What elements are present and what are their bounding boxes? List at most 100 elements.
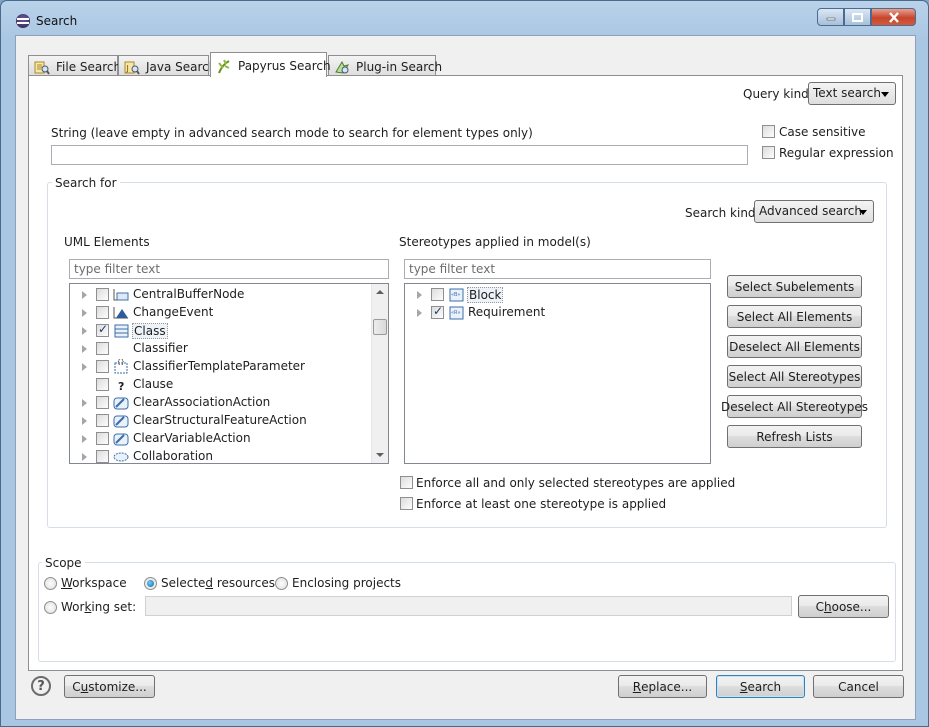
tab-papyrus-search[interactable]: Papyrus Search (210, 52, 331, 77)
tree-checkbox[interactable] (96, 322, 109, 337)
select-all-elements-button[interactable]: Select All Elements (727, 305, 862, 328)
tree-checkbox[interactable] (96, 306, 109, 319)
tree-item-classifier-template-parameter[interactable]: {} ClassifierTemplateParameter (70, 358, 370, 376)
requirement-stereotype-icon: «R» (448, 305, 464, 321)
string-input[interactable] (51, 145, 748, 165)
cancel-button[interactable]: Cancel (813, 675, 904, 698)
plugin-search-icon (334, 60, 350, 75)
enclosing-projects-radio[interactable] (275, 577, 288, 590)
select-subelements-button[interactable]: Select Subelements (727, 275, 862, 298)
tree-checkbox[interactable] (431, 304, 444, 319)
tree-checkbox[interactable] (96, 378, 109, 391)
stereotypes-tree[interactable]: «B» Block «R» Requirement (404, 283, 711, 464)
tree-item-label: ClearAssociationAction (133, 395, 271, 409)
tree-item-requirement[interactable]: «R» Requirement (405, 304, 695, 322)
tree-item-label: ChangeEvent (133, 305, 214, 319)
window-title: Search (36, 14, 78, 28)
working-set-label: Working set: (61, 600, 136, 614)
uml-filter-input[interactable] (69, 259, 389, 279)
title-bar[interactable]: Search (1, 1, 928, 35)
expand-arrow-icon[interactable] (82, 435, 87, 443)
selected-resources-radio[interactable] (144, 577, 157, 590)
stereotype-filter-input[interactable] (404, 259, 711, 279)
uml-tree-scrollbar[interactable] (371, 284, 388, 463)
class-icon (113, 323, 129, 339)
tree-item-classifier[interactable]: Classifier (70, 340, 370, 358)
tab-file-search[interactable]: File Search (28, 55, 121, 76)
tree-item-block[interactable]: «B» Block (405, 286, 695, 304)
choose-button[interactable]: Ch oose... (798, 595, 889, 618)
expand-arrow-icon[interactable] (82, 417, 87, 425)
tree-item-clear-variable-action[interactable]: ClearVariableAction (70, 430, 370, 448)
maximize-button[interactable] (844, 8, 871, 26)
search-kind-select[interactable]: Advanced search (754, 200, 874, 223)
tree-checkbox[interactable] (96, 342, 109, 355)
label-text: C (815, 599, 824, 614)
tree-item-change-event[interactable]: ChangeEvent (70, 304, 370, 322)
tree-item-label: CentralBufferNode (133, 287, 245, 301)
tab-plugin-search[interactable]: Plug-in Search (328, 55, 442, 76)
label-text: Wor (61, 600, 85, 614)
expand-arrow-icon[interactable] (82, 345, 87, 353)
tree-checkbox[interactable] (96, 432, 109, 445)
expand-arrow-icon[interactable] (82, 309, 87, 317)
working-set-radio[interactable] (44, 601, 57, 614)
search-button[interactable]: Search (716, 675, 805, 698)
label-text: ing set: (91, 600, 137, 614)
label-text: earch (747, 679, 782, 694)
enforce-one-checkbox[interactable] (400, 497, 413, 510)
change-event-icon (113, 305, 129, 321)
enforce-one-label: Enforce at least one stereotype is appli… (416, 497, 667, 511)
svg-text:J: J (126, 64, 129, 73)
tree-checkbox[interactable] (96, 360, 109, 373)
search-kind-label: Search kind: (685, 206, 760, 220)
tree-item-class[interactable]: Class (70, 322, 370, 340)
expand-arrow-icon[interactable] (82, 291, 87, 299)
expand-arrow-icon[interactable] (417, 291, 422, 299)
expand-arrow-icon[interactable] (417, 309, 422, 317)
tree-checkbox[interactable] (431, 288, 444, 301)
tab-java-search[interactable]: J Java Search (118, 55, 216, 76)
tree-item-clear-structural-feature-action[interactable]: ClearStructuralFeatureAction (70, 412, 370, 430)
tree-item-label: ClearVariableAction (133, 431, 251, 445)
scroll-down-icon[interactable] (376, 453, 384, 457)
tree-item-central-buffer-node[interactable]: CentralBufferNode (70, 286, 370, 304)
tree-checkbox[interactable] (96, 288, 109, 301)
deselect-all-stereotypes-button[interactable]: Deselect All Stereotypes (721, 395, 868, 418)
expand-arrow-icon[interactable] (82, 363, 87, 371)
close-button[interactable] (871, 8, 916, 26)
tree-checkbox[interactable] (96, 414, 109, 427)
uml-elements-tree[interactable]: CentralBufferNode ChangeEvent Class (69, 283, 389, 464)
papyrus-search-panel: Query kind: Text search String (leave em… (28, 75, 903, 671)
tree-item-clear-association-action[interactable]: ClearAssociationAction (70, 394, 370, 412)
case-sensitive-checkbox[interactable] (762, 125, 775, 138)
expand-arrow-icon[interactable] (82, 453, 87, 461)
mnemonic: R (632, 679, 642, 694)
tree-item-clause[interactable]: ? Clause (70, 376, 370, 394)
expand-arrow-icon[interactable] (82, 399, 87, 407)
enforce-all-checkbox[interactable] (400, 476, 413, 489)
tree-item-collaboration[interactable]: Collaboration (70, 448, 370, 463)
clear-variable-action-icon (113, 431, 129, 447)
refresh-lists-button[interactable]: Refresh Lists (727, 425, 862, 448)
mnemonic: h (824, 599, 832, 614)
tab-label: Plug-in Search (356, 60, 443, 74)
scroll-up-icon[interactable] (376, 290, 384, 294)
customize-button[interactable]: Cu stomize... (64, 675, 155, 698)
scroll-thumb[interactable] (373, 319, 387, 335)
string-label: String (leave empty in advanced search m… (51, 126, 533, 140)
minimize-button[interactable] (817, 8, 844, 26)
tree-checkbox[interactable] (96, 450, 109, 463)
file-search-icon (34, 60, 50, 75)
regular-expression-checkbox[interactable] (762, 146, 775, 159)
select-all-stereotypes-button[interactable]: Select All Stereotypes (727, 365, 862, 388)
svg-text:?: ? (118, 380, 124, 393)
help-icon[interactable]: ? (31, 676, 51, 696)
tree-checkbox[interactable] (96, 396, 109, 409)
replace-button[interactable]: Replace... (618, 675, 707, 698)
search-for-title: Search for (52, 176, 120, 190)
deselect-all-elements-button[interactable]: Deselect All Elements (727, 335, 862, 358)
expand-arrow-icon[interactable] (82, 327, 87, 335)
workspace-radio[interactable] (44, 577, 57, 590)
query-kind-select[interactable]: Text search (808, 82, 896, 105)
